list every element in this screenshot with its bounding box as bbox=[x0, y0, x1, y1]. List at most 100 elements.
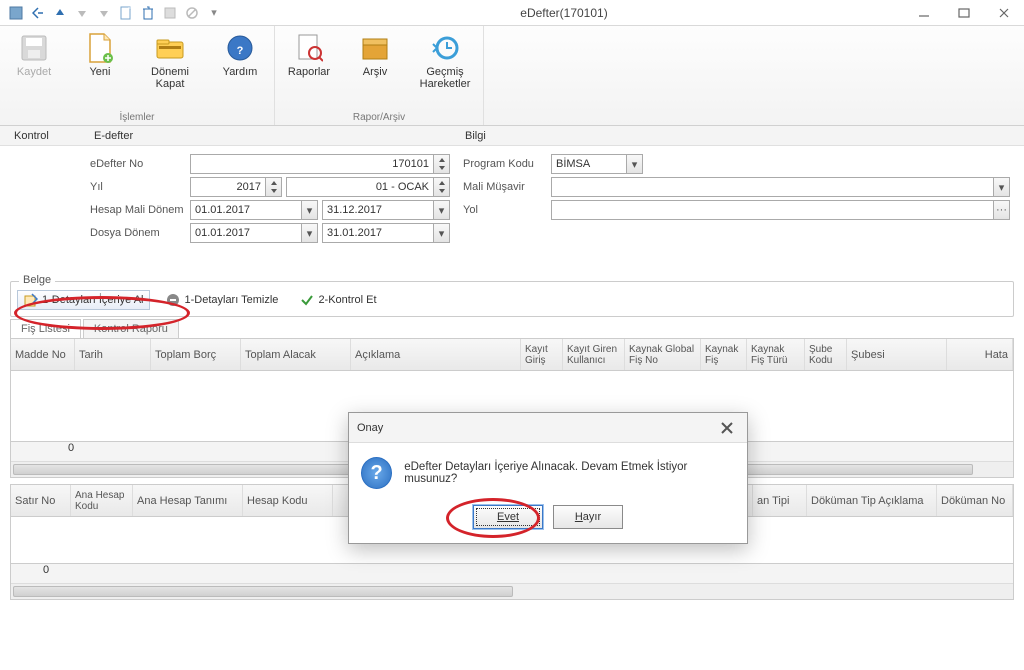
quick-access-toolbar: ▾ bbox=[0, 3, 224, 23]
ribbon-group-rapor-arsiv: Raporlar Arşiv Geçmiş Hareketler Rapor/A… bbox=[275, 26, 484, 125]
col-kayit-giris[interactable]: Kayıt Giriş bbox=[521, 339, 563, 370]
date-dosya-bas[interactable]: 01.01.2017 ▾ bbox=[190, 223, 318, 243]
btn-label: Hayır bbox=[575, 511, 601, 523]
form-area: eDefter No 170101 Yıl 2017 01 - OCAK Hes… bbox=[0, 146, 1024, 249]
btn-detaylari-iceriye-al[interactable]: 1-Detayları İçeriye Al bbox=[17, 290, 150, 310]
chevron-down-icon[interactable]: ▾ bbox=[301, 224, 317, 242]
ribbon-label: Yardım bbox=[214, 66, 266, 78]
ribbon-arsiv[interactable]: Arşiv bbox=[349, 32, 401, 78]
btn-label: Evet bbox=[497, 511, 519, 523]
history-icon bbox=[429, 32, 461, 64]
col-tarih[interactable]: Tarih bbox=[75, 339, 151, 370]
svg-text:?: ? bbox=[237, 45, 244, 57]
value-program-kodu: BİMSA bbox=[556, 158, 590, 170]
col-kaynak-fis-turu[interactable]: Kaynak Fiş Türü bbox=[747, 339, 805, 370]
reports-icon bbox=[293, 32, 325, 64]
spinner-icon[interactable] bbox=[265, 178, 281, 196]
tab-fis-listesi[interactable]: Fiş Listesi bbox=[10, 319, 81, 338]
col-dokuman-no[interactable]: Döküman No bbox=[937, 485, 1013, 516]
label-yil: Yıl bbox=[14, 181, 190, 193]
block-icon bbox=[182, 3, 202, 23]
chevron-down-icon[interactable]: ▾ bbox=[433, 201, 449, 219]
date-hesap-bit[interactable]: 31.12.2017 ▾ bbox=[322, 200, 450, 220]
close-button[interactable] bbox=[984, 0, 1024, 26]
ribbon-label: Geçmiş Hareketler bbox=[415, 66, 475, 90]
section-bilgi: Bilgi bbox=[465, 130, 1010, 142]
ellipsis-icon[interactable]: ··· bbox=[993, 201, 1009, 219]
col-madde-no[interactable]: Madde No bbox=[11, 339, 75, 370]
col-an-tipi[interactable]: an Tipi bbox=[753, 485, 807, 516]
col-kayit-giren[interactable]: Kayıt Giren Kullanıcı bbox=[563, 339, 625, 370]
ribbon-group-title: İşlemler bbox=[119, 110, 154, 123]
col-ana-hesap-kodu[interactable]: Ana Hesap Kodu bbox=[71, 485, 133, 516]
label-dosya-donem: Dosya Dönem bbox=[14, 227, 190, 239]
ribbon-donemi-kapat[interactable]: Dönemi Kapat bbox=[140, 32, 200, 90]
date-hesap-bas[interactable]: 01.01.2017 ▾ bbox=[190, 200, 318, 220]
col-sube-kodu[interactable]: Şube Kodu bbox=[805, 339, 847, 370]
ribbon-group-title: Rapor/Arşiv bbox=[353, 110, 405, 123]
tab-kontrol-raporu[interactable]: Kontrol Raporu bbox=[83, 319, 179, 338]
col-dokuman-tip[interactable]: Döküman Tip Açıklama bbox=[807, 485, 937, 516]
delete-icon[interactable] bbox=[138, 3, 158, 23]
value-ay: 01 - OCAK bbox=[291, 181, 433, 193]
arrow-first-icon[interactable] bbox=[28, 3, 48, 23]
col-kaynak-global[interactable]: Kaynak Global Fiş No bbox=[625, 339, 701, 370]
ribbon-yeni[interactable]: Yeni bbox=[74, 32, 126, 78]
dialog-close-button[interactable] bbox=[715, 416, 739, 440]
grid-header: Madde No Tarih Toplam Borç Toplam Alacak… bbox=[11, 339, 1013, 371]
qat-dropdown-icon[interactable]: ▾ bbox=[204, 3, 224, 23]
ribbon-gecmis[interactable]: Geçmiş Hareketler bbox=[415, 32, 475, 90]
grid-footer: 0 bbox=[11, 563, 1013, 583]
arrow-down-icon bbox=[72, 3, 92, 23]
value-dosya-bit: 31.01.2017 bbox=[327, 227, 382, 239]
combo-mali-musavir[interactable]: ▾ bbox=[551, 177, 1010, 197]
col-hesap-kodu[interactable]: Hesap Kodu bbox=[243, 485, 333, 516]
col-toplam-borc[interactable]: Toplam Borç bbox=[151, 339, 241, 370]
btn-kontrol-et[interactable]: 2-Kontrol Et bbox=[294, 291, 382, 309]
combo-program-kodu[interactable]: BİMSA ▾ bbox=[551, 154, 643, 174]
chevron-down-icon[interactable]: ▾ bbox=[433, 224, 449, 242]
dialog-onay: Onay ? eDefter Detayları İçeriye Alınaca… bbox=[348, 412, 748, 544]
combo-ay[interactable]: 01 - OCAK bbox=[286, 177, 450, 197]
col-ana-hesap-tanimi[interactable]: Ana Hesap Tanımı bbox=[133, 485, 243, 516]
spinner-icon[interactable] bbox=[433, 178, 449, 196]
ribbon-label: Yeni bbox=[74, 66, 126, 78]
col-subesi[interactable]: Şubesi bbox=[847, 339, 947, 370]
ribbon: Kaydet Yeni Dönemi Kapat ? Yardım bbox=[0, 26, 1024, 126]
value-hesap-bit: 31.12.2017 bbox=[327, 204, 382, 216]
maximize-button[interactable] bbox=[944, 0, 984, 26]
ribbon-yardim[interactable]: ? Yardım bbox=[214, 32, 266, 78]
label-mali-musavir: Mali Müşavir bbox=[463, 181, 551, 193]
question-icon: ? bbox=[361, 457, 392, 489]
col-satir-no[interactable]: Satır No bbox=[11, 485, 71, 516]
ribbon-label: Kaydet bbox=[8, 66, 60, 78]
input-edefter-no[interactable]: 170101 bbox=[190, 154, 450, 174]
col-hata[interactable]: Hata bbox=[947, 339, 1013, 370]
section-edefter: E-defter bbox=[94, 130, 465, 142]
col-kaynak-fis[interactable]: Kaynak Fiş bbox=[701, 339, 747, 370]
input-yol[interactable]: ··· bbox=[551, 200, 1010, 220]
window-title: eDefter(170101) bbox=[224, 6, 904, 20]
input-yil[interactable]: 2017 bbox=[190, 177, 282, 197]
dialog-yes-button[interactable]: Evet bbox=[473, 505, 543, 529]
date-dosya-bit[interactable]: 31.01.2017 ▾ bbox=[322, 223, 450, 243]
btn-detaylari-temizle[interactable]: 1-Detayları Temizle bbox=[160, 291, 284, 309]
dialog-no-button[interactable]: Hayır bbox=[553, 505, 623, 529]
save-small-icon bbox=[160, 3, 180, 23]
grid-hscroll[interactable] bbox=[11, 583, 1013, 599]
col-aciklama[interactable]: Açıklama bbox=[351, 339, 521, 370]
arrow-up-icon[interactable] bbox=[50, 3, 70, 23]
check-icon bbox=[300, 293, 314, 307]
spinner-icon[interactable] bbox=[433, 155, 449, 173]
minimize-button[interactable] bbox=[904, 0, 944, 26]
ribbon-raporlar[interactable]: Raporlar bbox=[283, 32, 335, 78]
group-belge: Belge 1-Detayları İçeriye Al 1-Detayları… bbox=[10, 281, 1014, 317]
help-icon: ? bbox=[224, 32, 256, 64]
btn-label: 2-Kontrol Et bbox=[318, 294, 376, 306]
import-icon bbox=[24, 293, 38, 307]
col-toplam-alacak[interactable]: Toplam Alacak bbox=[241, 339, 351, 370]
chevron-down-icon[interactable]: ▾ bbox=[301, 201, 317, 219]
chevron-down-icon[interactable]: ▾ bbox=[626, 155, 642, 173]
new-doc-icon[interactable] bbox=[116, 3, 136, 23]
chevron-down-icon[interactable]: ▾ bbox=[993, 178, 1009, 196]
